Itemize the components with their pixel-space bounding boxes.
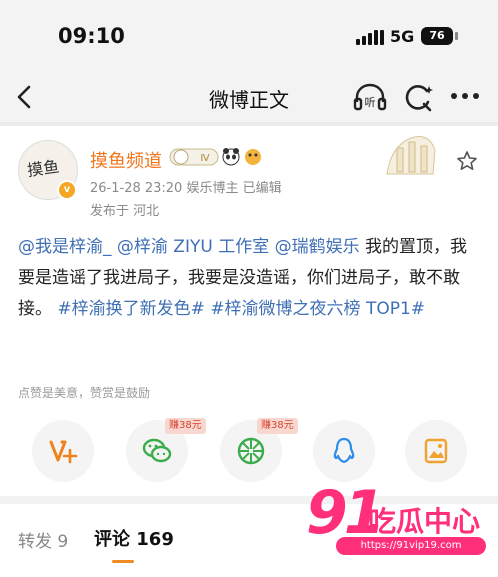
level-badge: Ⅳ <box>200 153 210 164</box>
moments-icon <box>237 437 265 465</box>
active-tab-indicator <box>112 560 134 563</box>
decoration-icon <box>383 128 439 178</box>
mention-link[interactable]: @瑞鹤娱乐 <box>275 237 360 257</box>
watermark-url: https://91vip19.com <box>336 537 486 555</box>
tab-comments[interactable]: 评论 169 <box>94 525 174 551</box>
verified-badge: v <box>57 180 77 200</box>
battery-tip <box>455 32 458 40</box>
listen-label: 听 <box>365 96 376 109</box>
panda-icon <box>222 148 240 166</box>
listen-button[interactable]: 听 <box>353 82 387 112</box>
tab-repost[interactable]: 转发 9 <box>18 527 68 552</box>
fish-badge-icon: Ⅳ <box>169 148 219 166</box>
watermark-title: 吃瓜中心 <box>368 505 481 538</box>
earn-tag: 赚38元 <box>257 418 298 434</box>
reward-icon <box>49 440 78 464</box>
image-icon <box>424 438 448 464</box>
star-icon <box>457 151 477 170</box>
headphones-icon: 听 <box>353 83 387 111</box>
more-dots-icon <box>451 93 479 99</box>
hashtag-link[interactable]: #梓渝换了新发色# <box>57 299 205 319</box>
battery-icon: 76 <box>421 27 453 45</box>
post-location: 发布于 河北 <box>90 204 160 219</box>
search-icon <box>405 85 433 112</box>
share-qq-button[interactable] <box>313 420 375 482</box>
author-badges[interactable]: Ⅳ <box>169 146 265 168</box>
favorite-button[interactable] <box>456 150 478 172</box>
hashtag-link[interactable]: #梓渝微博之夜六榜 TOP1# <box>210 299 425 319</box>
post-meta: 26-1-28 23:20 娱乐博主 已编辑 <box>90 181 282 196</box>
mention-link[interactable]: @梓渝 ZIYU 工作室 <box>117 237 269 257</box>
search-button[interactable] <box>402 82 434 114</box>
avatar-text: 摸鱼 <box>26 156 61 181</box>
save-image-button[interactable] <box>405 420 467 482</box>
divider <box>0 122 498 126</box>
post-body: @我是梓渝_ @梓渝 ZIYU 工作室 @瑞鹤娱乐 我的置顶，我要是造谣了我进局… <box>18 232 480 325</box>
signal-icon <box>356 29 384 45</box>
mention-link[interactable]: @我是梓渝_ <box>18 237 112 257</box>
clock: 09:10 <box>58 24 125 48</box>
network-label: 5G <box>390 27 415 46</box>
more-button[interactable] <box>448 85 482 107</box>
pufferfish-icon <box>245 149 261 165</box>
wechat-icon <box>142 438 172 463</box>
author-name[interactable]: 摸鱼频道 <box>90 147 162 173</box>
reward-button[interactable] <box>32 420 94 482</box>
qq-icon <box>333 437 355 464</box>
support-hint: 点赞是美意，赞赏是鼓励 <box>18 386 151 400</box>
earn-tag: 赚38元 <box>165 418 206 434</box>
